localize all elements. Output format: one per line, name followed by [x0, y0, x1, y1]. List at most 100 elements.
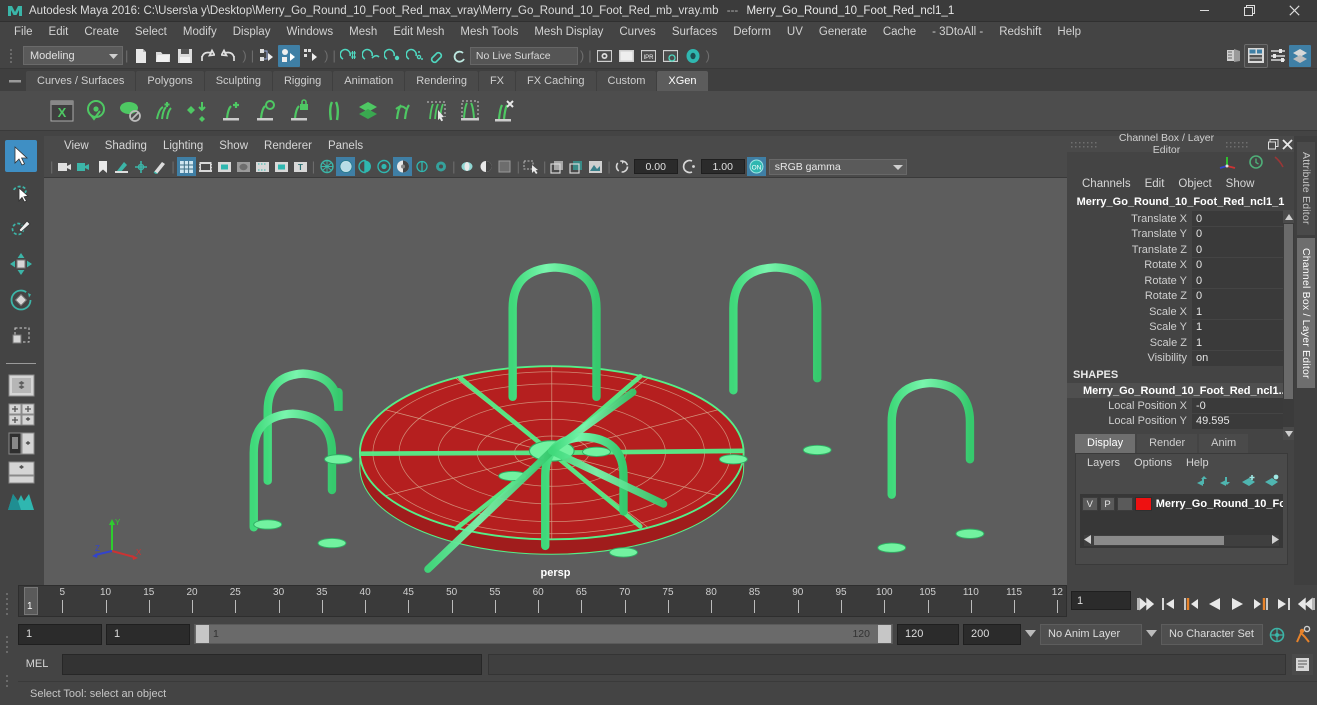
timeslider-grip[interactable]	[5, 591, 11, 622]
step-back-keyframe-icon[interactable]	[1158, 593, 1179, 614]
layer-list[interactable]: V P Merry_Go_Round_10_Fo	[1080, 494, 1283, 548]
manipulator-axis-icon[interactable]	[1218, 154, 1240, 173]
maximize-button[interactable]	[1227, 0, 1272, 22]
persp-graph-editor-layout-icon[interactable]	[6, 459, 36, 485]
xgen-add-noise-icon[interactable]	[182, 95, 214, 127]
xray-joints-icon[interactable]	[567, 157, 586, 176]
menu-uv[interactable]: UV	[779, 23, 811, 42]
single-perspective-view-icon[interactable]	[6, 372, 36, 398]
channel-value[interactable]: 0	[1192, 273, 1294, 289]
shadows-icon[interactable]	[412, 157, 431, 176]
layer-menu-help[interactable]: Help	[1179, 456, 1216, 470]
channel-value[interactable]: 0	[1192, 211, 1294, 227]
undo-icon[interactable]	[196, 45, 218, 67]
menu-help[interactable]: Help	[1049, 23, 1089, 42]
shelf-tab-sculpting[interactable]: Sculpting	[204, 71, 272, 91]
menu-select[interactable]: Select	[127, 23, 175, 42]
menu-mesh-display[interactable]: Mesh Display	[526, 23, 611, 42]
xgen-preview-icon[interactable]	[80, 95, 112, 127]
redo-icon[interactable]	[218, 45, 240, 67]
tool-settings-icon[interactable]	[1267, 45, 1289, 67]
resolution-gate-icon[interactable]	[215, 157, 234, 176]
xgen-sculpt-guides-icon[interactable]	[386, 95, 418, 127]
range-end-time-field[interactable]: 120	[897, 623, 959, 645]
persp-outliner-layout-icon[interactable]	[6, 430, 36, 456]
channel-value[interactable]: -0	[1192, 398, 1294, 414]
channel-value[interactable]: 0	[1192, 288, 1294, 304]
channel-value[interactable]: 1	[1192, 335, 1294, 351]
snap-to-grid-icon[interactable]	[338, 45, 360, 67]
xgen-split-guides-icon[interactable]	[318, 95, 350, 127]
layer-name[interactable]: Merry_Go_Round_10_Fo	[1156, 498, 1283, 510]
select-camera-icon[interactable]	[55, 157, 74, 176]
xgen-create-description-icon[interactable]	[216, 95, 248, 127]
viewport-menu-shading[interactable]: Shading	[97, 139, 155, 153]
go-to-start-icon[interactable]	[1135, 593, 1156, 614]
channel-value[interactable]: 1	[1192, 304, 1294, 320]
tab-display-layers[interactable]: Display	[1075, 434, 1136, 453]
exposure-icon[interactable]	[613, 157, 632, 176]
safe-title-icon[interactable]: T	[291, 157, 310, 176]
color-management-selector[interactable]: sRGB gamma	[768, 158, 907, 175]
rangeslider-grip[interactable]	[5, 634, 11, 661]
range-start-time-field[interactable]: 1	[106, 623, 190, 645]
shelf-tab-rigging[interactable]: Rigging	[272, 71, 333, 91]
xgen-disable-preview-icon[interactable]	[114, 95, 146, 127]
close-button[interactable]	[1272, 0, 1317, 22]
channel-value[interactable]: 49.595	[1192, 413, 1294, 429]
textured-icon[interactable]	[374, 157, 393, 176]
channel-value[interactable]: 0	[1192, 257, 1294, 273]
anim-layer-dropdown-icon[interactable]	[1146, 628, 1157, 640]
maya-bookmark-icon[interactable]	[6, 488, 36, 514]
shelf-tab-xgen[interactable]: XGen	[657, 71, 708, 91]
play-backwards-icon[interactable]	[1204, 593, 1225, 614]
channel-row-scale-z[interactable]: Scale Z 1	[1067, 335, 1294, 351]
viewport-menu-lighting[interactable]: Lighting	[155, 139, 211, 153]
step-forward-keyframe-icon[interactable]	[1273, 593, 1294, 614]
xgen-layers-icon[interactable]	[352, 95, 384, 127]
menu-cache[interactable]: Cache	[875, 23, 924, 42]
xray-icon[interactable]	[548, 157, 567, 176]
range-bar[interactable]: 1 120	[194, 624, 893, 644]
anim-start-time-field[interactable]: 1	[18, 623, 102, 645]
make-live-icon[interactable]	[448, 45, 470, 67]
layer-visibility-toggle[interactable]: V	[1082, 497, 1098, 511]
grease-pencil-icon[interactable]	[150, 157, 169, 176]
menu-mesh[interactable]: Mesh	[341, 23, 385, 42]
layer-shading-toggle[interactable]	[1117, 497, 1134, 511]
step-forward-frame-icon[interactable]	[1250, 593, 1271, 614]
layer-scroll-thumb[interactable]	[1094, 536, 1224, 545]
film-gate-icon[interactable]	[196, 157, 215, 176]
range-start-handle[interactable]	[196, 625, 209, 643]
close-panel-icon[interactable]	[1280, 137, 1294, 151]
render-current-frame-icon[interactable]	[594, 45, 616, 67]
time-slider-track[interactable]: 1 5 10 15 20 25 30 35 40 45 50 55 60 65 70 75 80 85 90 95 1…	[18, 585, 1067, 617]
shelf-tab-fx-caching[interactable]: FX Caching	[516, 71, 596, 91]
channel-row-translate-y[interactable]: Translate Y 0	[1067, 226, 1294, 243]
step-back-frame-icon[interactable]	[1181, 593, 1202, 614]
layer-list-horizontal-scrollbar[interactable]	[1084, 534, 1279, 546]
menu-edit[interactable]: Edit	[41, 23, 77, 42]
xray-active-components-icon[interactable]	[586, 157, 605, 176]
menu-surfaces[interactable]: Surfaces	[664, 23, 725, 42]
current-time-indicator[interactable]: 1	[24, 587, 38, 615]
channel-box-menu-show[interactable]: Show	[1219, 177, 1262, 191]
depth-of-field-icon[interactable]	[496, 157, 515, 176]
image-plane-icon[interactable]	[112, 157, 131, 176]
channel-row-translate-x[interactable]: Translate X 0	[1067, 211, 1294, 227]
anim-end-time-field[interactable]: 200	[963, 623, 1021, 645]
menu-file[interactable]: File	[6, 23, 41, 42]
select-by-component-type-icon[interactable]	[300, 45, 322, 67]
tab-render-layers[interactable]: Render	[1137, 434, 1198, 453]
viewport-menu-panels[interactable]: Panels	[320, 139, 371, 153]
scroll-up-icon[interactable]	[1283, 210, 1294, 223]
tab-anim-layers[interactable]: Anim	[1199, 434, 1249, 453]
channel-value[interactable]: 0	[1192, 242, 1294, 258]
save-scene-icon[interactable]	[174, 45, 196, 67]
shelf-tab-custom[interactable]: Custom	[596, 71, 657, 91]
move-tool[interactable]	[5, 248, 37, 280]
layer-color-swatch[interactable]	[1135, 497, 1152, 511]
gate-mask-icon[interactable]	[234, 157, 253, 176]
minimize-button[interactable]	[1182, 0, 1227, 22]
wireframe-icon[interactable]	[317, 157, 336, 176]
